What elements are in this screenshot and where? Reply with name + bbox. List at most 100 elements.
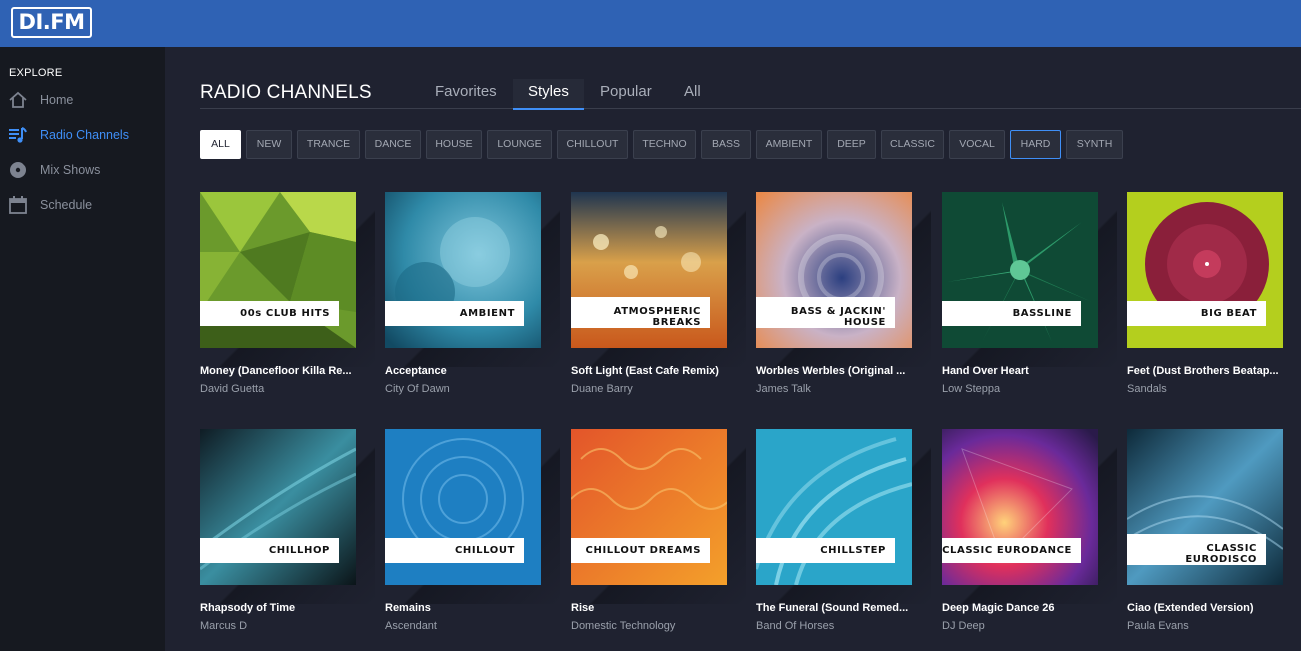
channel-name-label: CHILLOUT xyxy=(385,538,524,563)
artist-name: James Talk xyxy=(756,383,811,395)
tab-styles[interactable]: Styles xyxy=(528,83,569,110)
channel-name-label: CHILLOUT DREAMS xyxy=(571,538,710,563)
active-tab-indicator xyxy=(513,108,584,110)
filter-hard[interactable]: HARD xyxy=(1010,130,1061,159)
channel-name-text: CHILLHOP xyxy=(268,545,330,556)
track-title[interactable]: Acceptance xyxy=(385,365,545,377)
artist-name: Marcus D xyxy=(200,620,248,632)
filter-new[interactable]: NEW xyxy=(246,130,292,159)
channel-name-text: AMBIENT xyxy=(459,308,515,319)
sidebar-item-label: Radio Channels xyxy=(40,128,129,142)
artist-name: Low Steppa xyxy=(942,383,1001,395)
filter-ambient[interactable]: AMBIENT xyxy=(756,130,822,159)
channel-name-label: CLASSIC EURODISCO xyxy=(1127,534,1266,565)
filter-trance[interactable]: TRANCE xyxy=(297,130,360,159)
channel-name-text: BASSLINE xyxy=(1012,308,1072,319)
filter-synth[interactable]: SYNTH xyxy=(1066,130,1123,159)
channel-name-text: CLASSIC EURODANCE xyxy=(942,545,1072,556)
sidebar-item-mix-shows[interactable]: Mix Shows xyxy=(0,155,165,185)
tab-popular[interactable]: Popular xyxy=(600,83,652,110)
sidebar-item-label: Schedule xyxy=(40,198,93,212)
channel-artwork[interactable]: CHILLHOP xyxy=(200,429,356,585)
difm-logo[interactable]: DI.FM xyxy=(11,7,92,38)
sidebar-item-schedule[interactable]: Schedule xyxy=(0,190,165,220)
channel-name-text: 00s CLUB HITS xyxy=(240,308,330,319)
channel-artwork[interactable]: BASS & JACKIN' HOUSE xyxy=(756,192,912,348)
tab-favorites[interactable]: Favorites xyxy=(435,83,497,110)
artist-name: Duane Barry xyxy=(571,383,633,395)
channel-artwork[interactable]: ATMOSPHERIC BREAKS xyxy=(571,192,727,348)
filter-techno[interactable]: TECHNO xyxy=(633,130,696,159)
track-title[interactable]: Soft Light (East Cafe Remix) xyxy=(571,365,731,377)
main-content: RADIO CHANNELS Favorites Styles Popular … xyxy=(165,47,1301,651)
track-title[interactable]: The Funeral (Sound Remed... xyxy=(756,602,916,614)
channel-name-label: AMBIENT xyxy=(385,301,524,326)
channel-name-text: EURODISCO xyxy=(1185,554,1257,565)
sidebar-section-label: EXPLORE xyxy=(9,67,63,79)
radio-channels-icon xyxy=(8,125,28,145)
sidebar-item-radio-channels[interactable]: Radio Channels xyxy=(0,120,165,150)
channel-artwork[interactable]: AMBIENT xyxy=(385,192,541,348)
track-title[interactable]: Deep Magic Dance 26 xyxy=(942,602,1102,614)
channel-artwork[interactable]: BASSLINE xyxy=(942,192,1098,348)
artist-name: David Guetta xyxy=(200,383,265,395)
channel-name-label: 00s CLUB HITS xyxy=(200,301,339,326)
channel-artwork[interactable]: CHILLOUT DREAMS xyxy=(571,429,727,585)
filter-all[interactable]: ALL xyxy=(200,130,241,159)
sidebar-item-label: Mix Shows xyxy=(40,163,101,177)
channel-name-label: CHILLSTEP xyxy=(756,538,895,563)
artist-name: Ascendant xyxy=(385,620,437,632)
filter-classic[interactable]: CLASSIC xyxy=(881,130,944,159)
channel-name-label: BIG BEAT xyxy=(1127,301,1266,326)
channel-artwork[interactable]: CHILLOUT xyxy=(385,429,541,585)
track-title[interactable]: Remains xyxy=(385,602,545,614)
track-title[interactable]: Rhapsody of Time xyxy=(200,602,360,614)
artist-name: Domestic Technology xyxy=(571,620,676,632)
channel-name-text: BREAKS xyxy=(652,317,701,328)
filter-bass[interactable]: BASS xyxy=(701,130,751,159)
sidebar: EXPLORE Home Radio Channels Mix Shows Sc… xyxy=(0,47,165,651)
channel-name-label: BASSLINE xyxy=(942,301,1081,326)
filter-deep[interactable]: DEEP xyxy=(827,130,876,159)
artist-name: DJ Deep xyxy=(942,620,985,632)
sidebar-item-label: Home xyxy=(40,93,74,107)
channel-name-label: BASS & JACKIN' HOUSE xyxy=(756,297,895,328)
channel-artwork[interactable]: 00s CLUB HITS xyxy=(200,192,356,348)
sidebar-item-home[interactable]: Home xyxy=(0,85,165,115)
channel-name-text: HOUSE xyxy=(843,317,886,328)
channel-name-label: ATMOSPHERIC BREAKS xyxy=(571,297,710,328)
channel-artwork[interactable]: CLASSIC EURODISCO xyxy=(1127,429,1283,585)
filter-chillout[interactable]: CHILLOUT xyxy=(557,130,628,159)
artist-name: Paula Evans xyxy=(1127,620,1189,632)
track-title[interactable]: Money (Dancefloor Killa Re... xyxy=(200,365,360,377)
vinyl-icon xyxy=(8,160,28,180)
calendar-icon xyxy=(8,195,28,215)
page-title: RADIO CHANNELS xyxy=(200,82,372,103)
home-icon xyxy=(8,90,28,110)
filter-dance[interactable]: DANCE xyxy=(365,130,421,159)
channel-artwork[interactable]: CLASSIC EURODANCE xyxy=(942,429,1098,585)
track-title[interactable]: Rise xyxy=(571,602,731,614)
channel-name-text: BIG BEAT xyxy=(1200,308,1257,319)
filter-vocal[interactable]: VOCAL xyxy=(949,130,1005,159)
divider xyxy=(200,108,1301,109)
channel-name-label: CLASSIC EURODANCE xyxy=(942,538,1081,563)
channel-name-text: CHILLOUT xyxy=(454,545,515,556)
tab-all[interactable]: All xyxy=(684,83,701,110)
artist-name: Sandals xyxy=(1127,383,1167,395)
channel-name-text: CLASSIC xyxy=(1206,543,1257,554)
channel-name-text: BASS & JACKIN' xyxy=(790,306,886,317)
track-title[interactable]: Hand Over Heart xyxy=(942,365,1102,377)
channel-artwork[interactable]: CHILLSTEP xyxy=(756,429,912,585)
artist-name: City Of Dawn xyxy=(385,383,450,395)
channel-name-text: CHILLOUT DREAMS xyxy=(585,545,701,556)
channel-name-label: CHILLHOP xyxy=(200,538,339,563)
filter-house[interactable]: HOUSE xyxy=(426,130,482,159)
track-title[interactable]: Ciao (Extended Version) xyxy=(1127,602,1287,614)
artist-name: Band Of Horses xyxy=(756,620,835,632)
track-title[interactable]: Feet (Dust Brothers Beatap... xyxy=(1127,365,1287,377)
track-title[interactable]: Worbles Werbles (Original ... xyxy=(756,365,916,377)
channel-artwork[interactable]: BIG BEAT xyxy=(1127,192,1283,348)
channel-name-text: ATMOSPHERIC xyxy=(613,306,701,317)
filter-lounge[interactable]: LOUNGE xyxy=(487,130,552,159)
